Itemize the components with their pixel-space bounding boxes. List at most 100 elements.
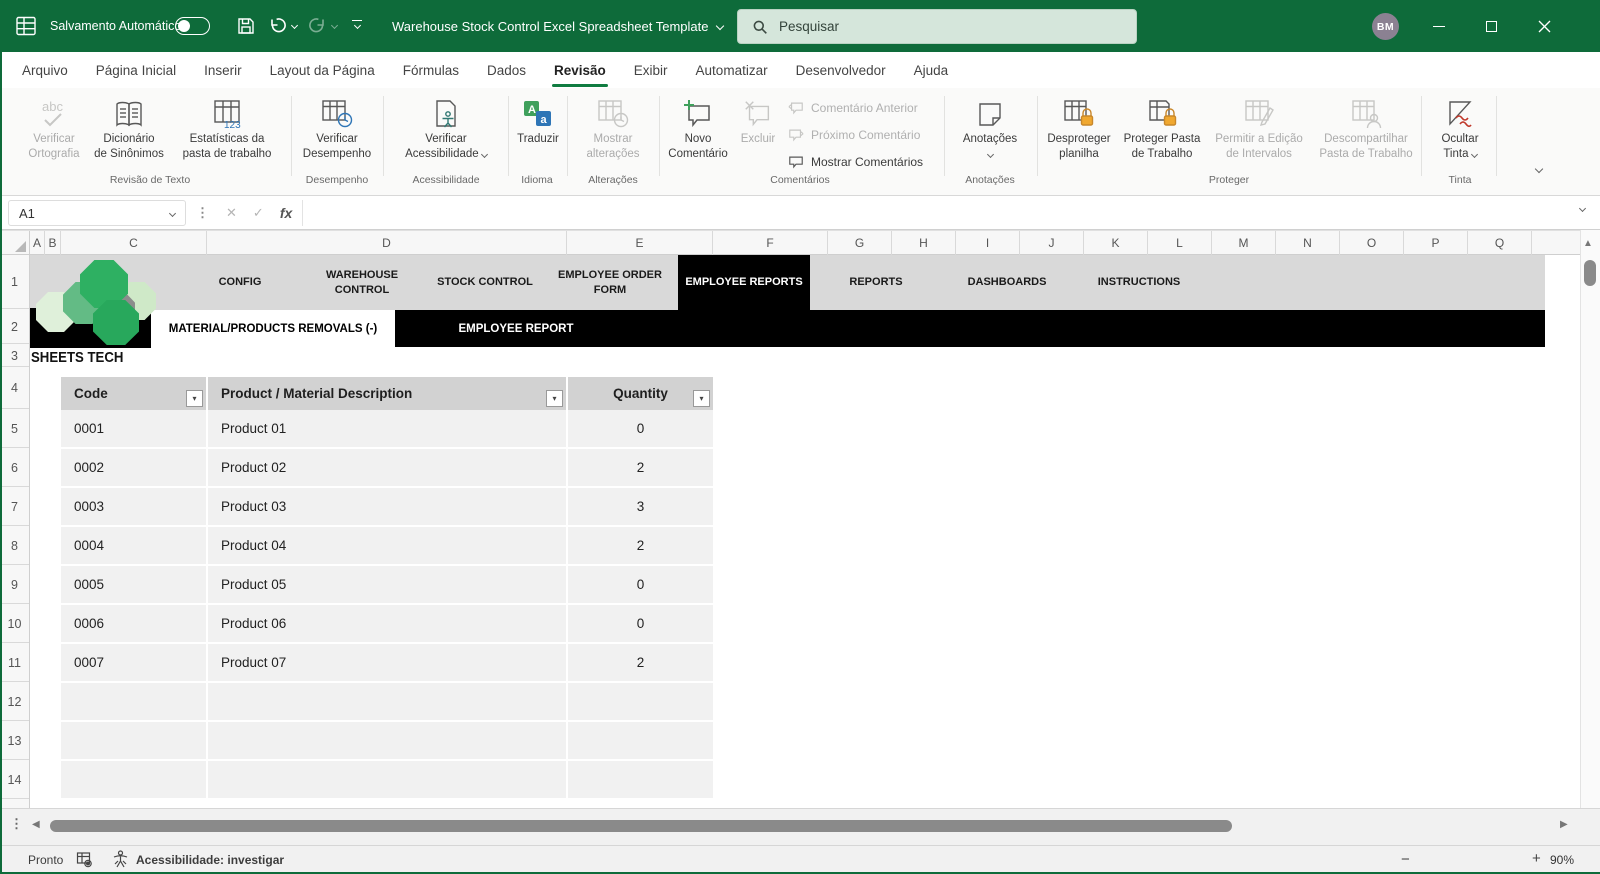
tab-ajuda[interactable]: Ajuda: [900, 52, 963, 88]
table-cell[interactable]: Product 02: [208, 449, 566, 486]
name-box-options-icon[interactable]: ⋮: [196, 205, 210, 221]
redo-button[interactable]: [308, 16, 339, 34]
column-header-Q[interactable]: Q: [1468, 231, 1532, 255]
nav-tab-instructions[interactable]: INSTRUCTIONS: [1079, 255, 1199, 310]
insert-function-icon[interactable]: fx: [280, 205, 292, 221]
confirm-entry-icon[interactable]: ✓: [253, 205, 264, 221]
table-cell[interactable]: 0004: [61, 527, 206, 564]
column-header-O[interactable]: O: [1340, 231, 1404, 255]
table-cell[interactable]: Product 01: [208, 410, 566, 447]
tab-desenvolvedor[interactable]: Desenvolvedor: [782, 52, 900, 88]
protect-workbook-button[interactable]: Proteger Pasta de Trabalho: [1118, 92, 1206, 172]
row-header-13[interactable]: 13: [0, 722, 29, 760]
vertical-scrollbar[interactable]: [1580, 230, 1600, 808]
table-cell[interactable]: 0002: [61, 449, 206, 486]
macro-record-icon[interactable]: [76, 851, 93, 871]
table-cell[interactable]: 0006: [61, 605, 206, 642]
unshare-workbook-button[interactable]: Descompartilhar Pasta de Trabalho: [1311, 92, 1421, 172]
tab-automatizar[interactable]: Automatizar: [682, 52, 782, 88]
new-comment-button[interactable]: Novo Comentário: [660, 92, 736, 172]
search-box[interactable]: [737, 9, 1137, 44]
column-header-E[interactable]: E: [567, 231, 713, 255]
column-header-G[interactable]: G: [828, 231, 892, 255]
nav-tab-reports[interactable]: REPORTS: [816, 255, 936, 310]
table-cell[interactable]: [61, 683, 206, 720]
scroll-right-icon[interactable]: ▶: [1560, 819, 1568, 830]
column-header-J[interactable]: J: [1020, 231, 1084, 255]
cancel-entry-icon[interactable]: ✕: [226, 205, 237, 221]
unprotect-sheet-button[interactable]: Desproteger planilha: [1038, 92, 1120, 172]
autosave-toggle[interactable]: [175, 17, 210, 35]
table-cell[interactable]: 0007: [61, 644, 206, 681]
zoom-out-icon[interactable]: −: [1401, 851, 1410, 868]
previous-comment-button[interactable]: Comentário Anterior: [788, 95, 948, 120]
subtab-employee-report[interactable]: EMPLOYEE REPORT: [400, 310, 632, 347]
expand-formula-bar-icon[interactable]: [1578, 204, 1587, 213]
minimize-button[interactable]: [1412, 0, 1465, 52]
maximize-button[interactable]: [1465, 0, 1518, 52]
row-header-10[interactable]: 10: [0, 605, 29, 643]
column-header-K[interactable]: K: [1084, 231, 1148, 255]
nav-tab-employee-order-form[interactable]: EMPLOYEE ORDER FORM: [550, 255, 670, 310]
notes-button[interactable]: Anotações: [947, 92, 1033, 172]
tab-arquivo[interactable]: Arquivo: [8, 52, 82, 88]
table-header-quantity[interactable]: Quantity: [568, 377, 713, 410]
collapse-ribbon-icon[interactable]: [1534, 164, 1544, 174]
tab-inserir[interactable]: Inserir: [190, 52, 256, 88]
next-comment-button[interactable]: Próximo Comentário: [788, 122, 948, 147]
table-cell[interactable]: Product 07: [208, 644, 566, 681]
column-header-A[interactable]: A: [30, 231, 45, 255]
row-header-2[interactable]: 2: [0, 310, 29, 344]
table-cell[interactable]: Product 05: [208, 566, 566, 603]
document-title[interactable]: Warehouse Stock Control Excel Spreadshee…: [392, 0, 724, 52]
translate-button[interactable]: A a Traduzir: [508, 92, 568, 172]
formula-input[interactable]: [302, 200, 1574, 226]
table-cell[interactable]: Product 03: [208, 488, 566, 525]
filter-dropdown-icon[interactable]: ▾: [546, 390, 563, 407]
tab-layout-da-pagina[interactable]: Layout da Página: [256, 52, 389, 88]
filter-dropdown-icon[interactable]: ▾: [186, 390, 203, 407]
row-header-6[interactable]: 6: [0, 449, 29, 487]
column-header-F[interactable]: F: [713, 231, 828, 255]
scroll-up-icon[interactable]: ▲: [1583, 238, 1593, 249]
tab-exibir[interactable]: Exibir: [620, 52, 682, 88]
tab-formulas[interactable]: Fórmulas: [389, 52, 473, 88]
allow-edit-ranges-button[interactable]: Permitir a Edição de Intervalos: [1207, 92, 1311, 172]
column-header-B[interactable]: B: [45, 231, 61, 255]
save-icon[interactable]: [236, 16, 256, 36]
select-all-corner[interactable]: [0, 231, 30, 255]
row-header-9[interactable]: 9: [0, 566, 29, 604]
table-cell[interactable]: [61, 761, 206, 798]
check-accessibility-button[interactable]: Verificar Acessibilidade: [387, 92, 505, 172]
table-cell[interactable]: 2: [568, 449, 713, 486]
nav-tab-stock-control[interactable]: STOCK CONTROL: [425, 255, 545, 310]
table-cell[interactable]: 0: [568, 566, 713, 603]
nav-tab-config[interactable]: CONFIG: [180, 255, 300, 310]
accessibility-status[interactable]: Acessibilidade: investigar: [112, 850, 284, 869]
show-comments-button[interactable]: Mostrar Comentários: [788, 149, 948, 174]
row-header-8[interactable]: 8: [0, 527, 29, 565]
table-cell[interactable]: 0: [568, 410, 713, 447]
spelling-button[interactable]: abc Verificar Ortografia: [16, 92, 92, 172]
avatar[interactable]: BM: [1372, 13, 1399, 40]
row-header-4[interactable]: 4: [0, 368, 29, 409]
column-header-P[interactable]: P: [1404, 231, 1468, 255]
column-header-H[interactable]: H: [892, 231, 956, 255]
row-header-5[interactable]: 5: [0, 410, 29, 448]
table-cell[interactable]: [208, 722, 566, 759]
excel-app-icon[interactable]: [14, 14, 38, 38]
table-cell[interactable]: [568, 722, 713, 759]
quick-access-toolbar-icon[interactable]: [352, 20, 362, 30]
row-header-12[interactable]: 12: [0, 683, 29, 721]
column-header-N[interactable]: N: [1276, 231, 1340, 255]
show-changes-button[interactable]: Mostrar alterações: [571, 92, 655, 172]
row-header-14[interactable]: 14: [0, 761, 29, 799]
column-header-C[interactable]: C: [61, 231, 207, 255]
table-cell[interactable]: [568, 683, 713, 720]
subtab-material-products-removals[interactable]: MATERIAL/PRODUCTS REMOVALS (-): [151, 310, 395, 347]
check-performance-button[interactable]: Verificar Desempenho: [295, 92, 379, 172]
table-cell[interactable]: [208, 761, 566, 798]
sheet-tabs-grip-icon[interactable]: ⋮: [10, 816, 24, 832]
table-cell[interactable]: 3: [568, 488, 713, 525]
nav-tab-employee-reports[interactable]: EMPLOYEE REPORTS: [678, 255, 810, 310]
